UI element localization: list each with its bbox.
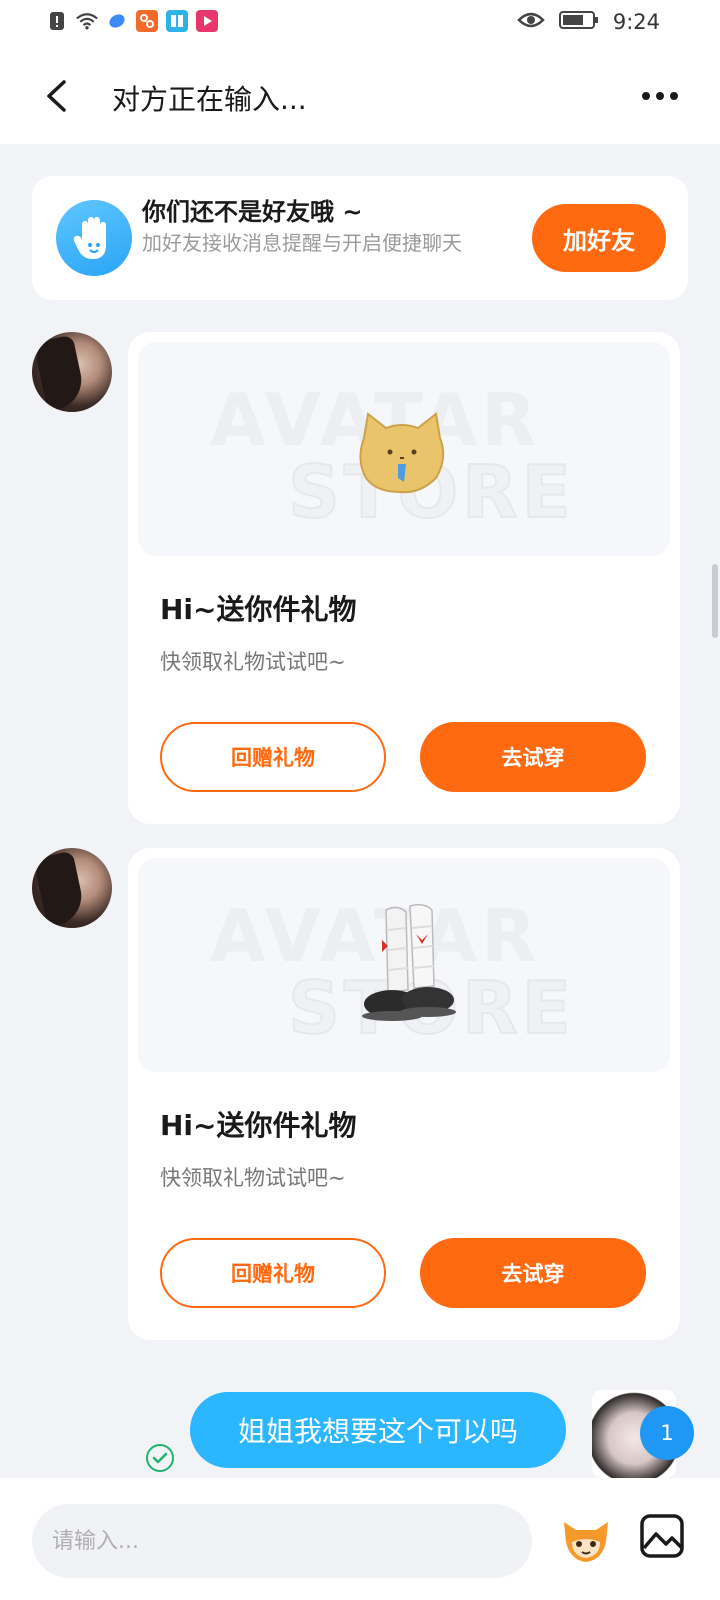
return-gift-button[interactable]: 回赠礼物 [160, 722, 386, 792]
socks-shoes-gift-image [362, 903, 456, 1021]
eye-icon [517, 10, 545, 34]
gift-card: AVATAR STORE Hi~送你件礼物 快领取礼物试试吧~ 回赠礼物 去试穿 [128, 848, 680, 1340]
try-on-button[interactable]: 去试穿 [420, 722, 646, 792]
cat-pillow-gift-image [359, 412, 445, 494]
image-icon [640, 1514, 684, 1558]
emoji-button[interactable] [556, 1508, 616, 1568]
image-picker-button[interactable] [638, 1512, 686, 1560]
gift-title: Hi~送你件礼物 [160, 1109, 357, 1142]
scrollbar[interactable] [712, 564, 718, 638]
sender-avatar[interactable] [32, 332, 112, 412]
more-dots-icon [642, 92, 650, 100]
alert-icon [46, 10, 68, 32]
chevron-left-icon [47, 80, 66, 112]
gift-description: 快领取礼物试试吧~ [160, 650, 346, 674]
read-check-icon [146, 1444, 174, 1472]
page-title: 对方正在输入... [112, 83, 307, 116]
more-dot [670, 92, 678, 100]
status-left-icons [46, 10, 218, 32]
gift-preview[interactable]: AVATAR STORE [138, 342, 670, 556]
chat-header: 对方正在输入... [0, 48, 720, 144]
banner-title: 你们还不是好友哦 ~ [142, 198, 363, 226]
gift-description: 快领取礼物试试吧~ [160, 1166, 346, 1190]
add-friend-banner: 你们还不是好友哦 ~ 加好友接收消息提醒与开启便捷聊天 加好友 [32, 176, 688, 300]
unread-count-badge[interactable]: 1 [640, 1406, 694, 1460]
return-gift-button[interactable]: 回赠礼物 [160, 1238, 386, 1308]
sender-avatar[interactable] [32, 848, 112, 928]
wave-hand-icon [56, 200, 132, 276]
more-dot [656, 92, 664, 100]
gift-title: Hi~送你件礼物 [160, 593, 357, 626]
message-input[interactable] [32, 1504, 532, 1578]
try-on-button[interactable]: 去试穿 [420, 1238, 646, 1308]
outgoing-message-bubble[interactable]: 姐姐我想要这个可以吗 [190, 1392, 566, 1468]
status-time: 9:24 [612, 10, 660, 34]
app-icon-3 [166, 10, 188, 32]
battery-icon [558, 10, 599, 34]
app-icon-4 [196, 10, 218, 32]
status-bar: 9:24 [0, 0, 720, 48]
add-friend-button[interactable]: 加好友 [532, 204, 666, 272]
gift-card: AVATAR STORE Hi~送你件礼物 快领取礼物试试吧~ 回赠礼物 去试穿 [128, 332, 680, 824]
more-options-button[interactable] [636, 76, 684, 116]
banner-description: 加好友接收消息提醒与开启便捷聊天 [142, 231, 462, 255]
wifi-icon [76, 10, 98, 32]
gift-preview[interactable]: AVATAR STORE [138, 858, 670, 1072]
app-icon-2 [136, 10, 158, 32]
input-bar [0, 1478, 720, 1600]
fox-emoji-icon [564, 1522, 608, 1562]
status-right-icons: 9:24 [517, 10, 660, 34]
app-icon-1 [106, 10, 128, 32]
back-button[interactable] [34, 74, 78, 118]
